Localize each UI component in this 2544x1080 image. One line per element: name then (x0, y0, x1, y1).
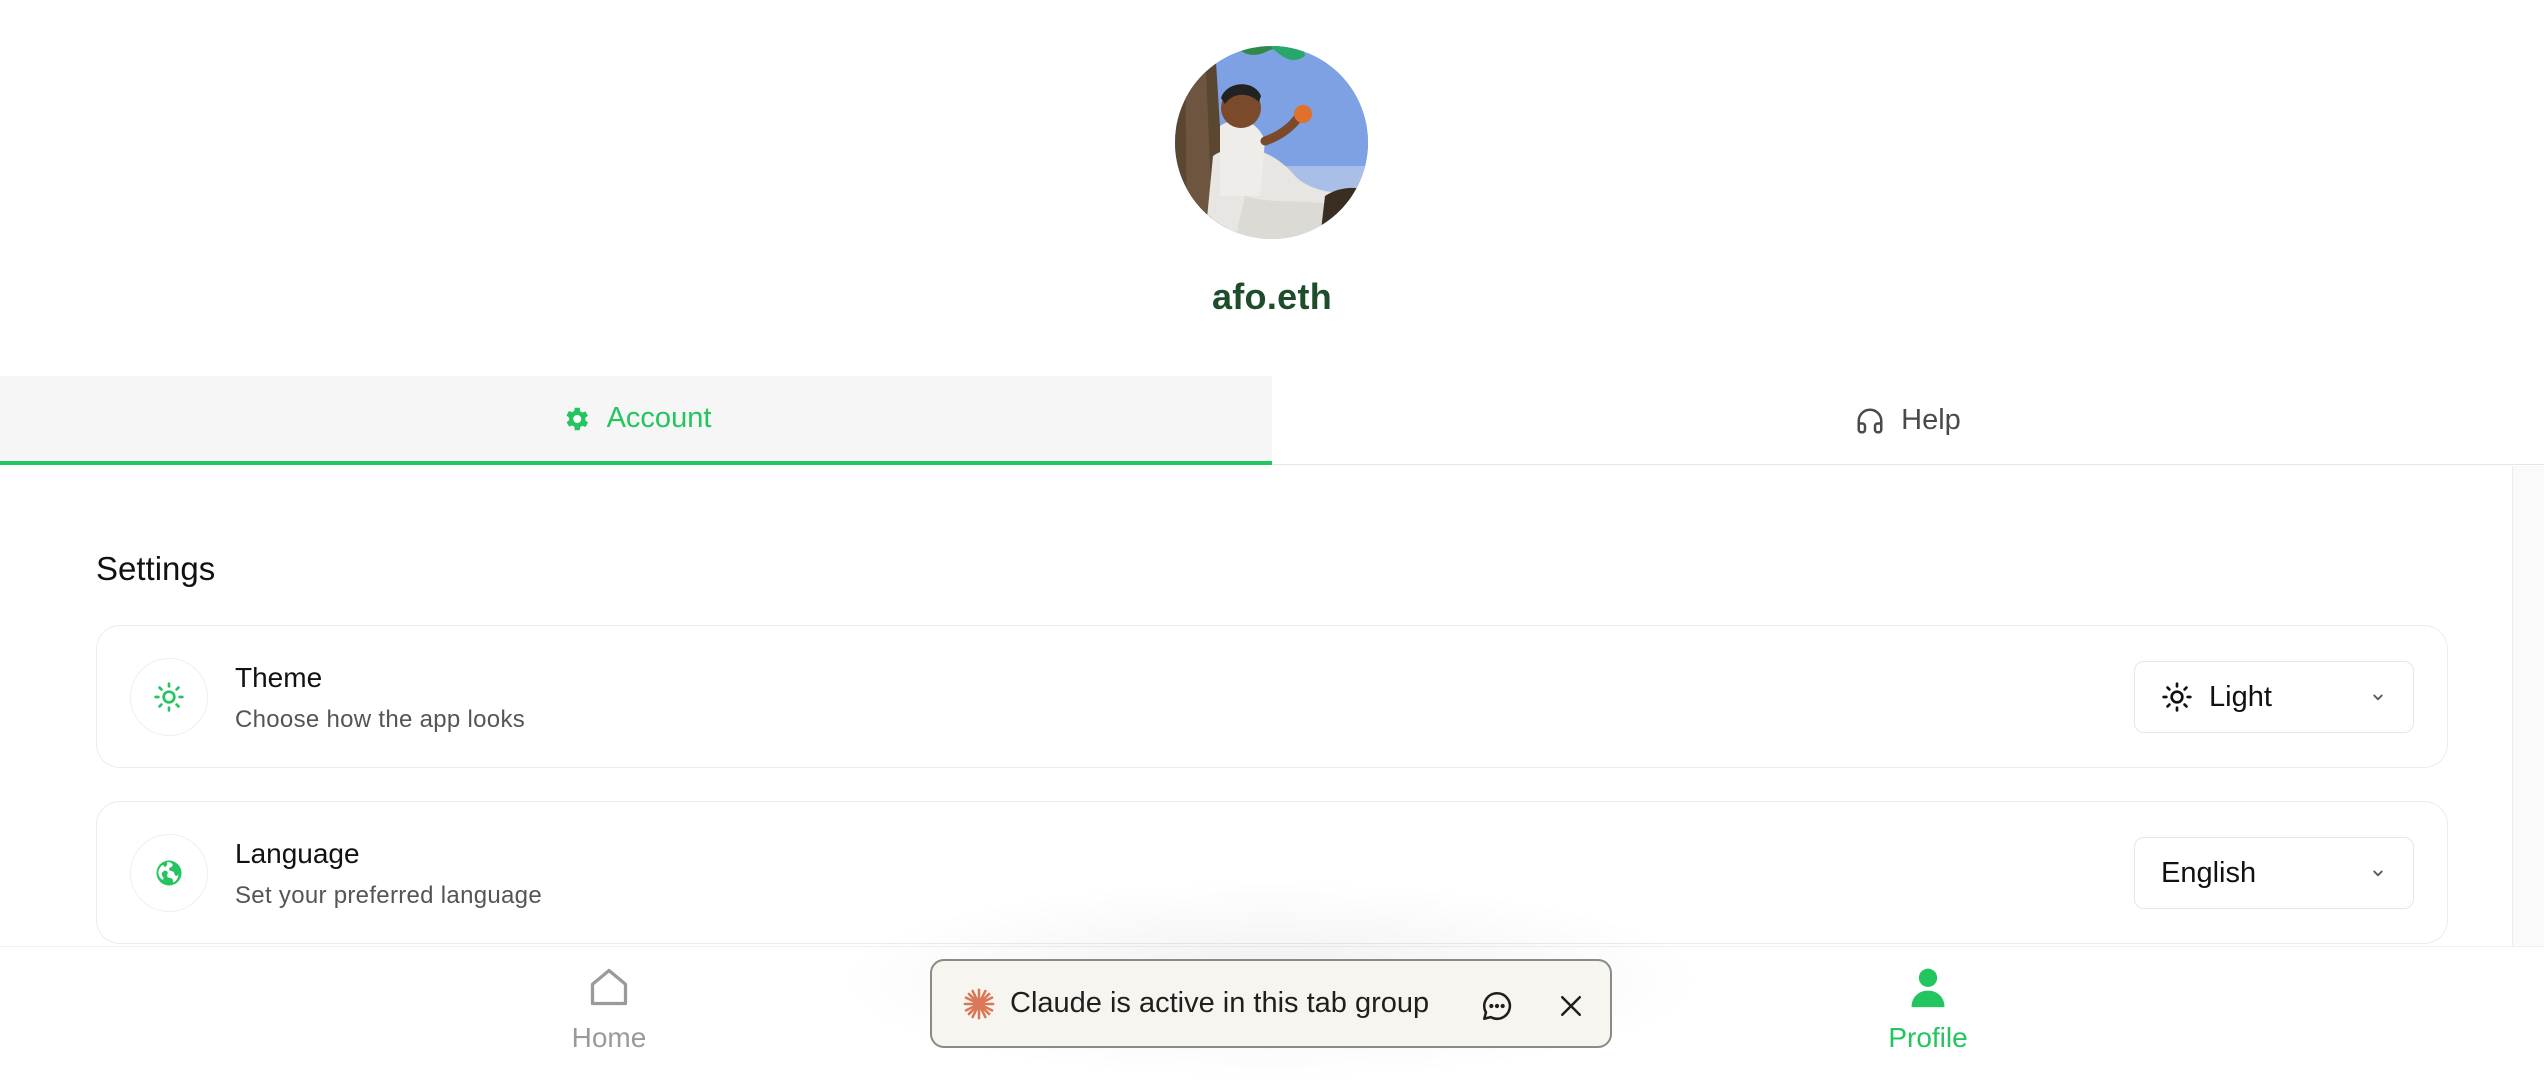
nav-home[interactable]: Home (519, 965, 699, 1075)
language-select-value: English (2161, 856, 2257, 889)
nav-profile[interactable]: Profile (1838, 965, 2018, 1075)
theme-select[interactable]: Light (2134, 661, 2414, 733)
theme-subtitle: Choose how the app looks (235, 706, 526, 733)
theme-select-value: Light (2209, 680, 2272, 713)
claude-spark-icon (962, 987, 996, 1021)
gear-icon (561, 404, 591, 434)
profile-tabs: Account Help (0, 376, 2544, 465)
theme-title: Theme (235, 662, 323, 693)
claude-banner-text: Claude is active in this tab group (1010, 987, 1430, 1019)
app-root: afo.eth Account Help Settings Theme Choo… (0, 0, 2544, 1080)
nav-profile-label: Profile (1888, 1022, 1968, 1053)
tab-account[interactable]: Account (0, 376, 1272, 465)
tab-help-label: Help (1901, 404, 1961, 436)
scrollbar[interactable] (2512, 466, 2544, 946)
language-select[interactable]: English (2134, 837, 2414, 909)
chevron-down-icon (2369, 688, 2387, 706)
theme-setting-card: Theme Choose how the app looks Light (96, 625, 2448, 768)
avatar-illustration (1175, 46, 1368, 239)
home-icon (587, 965, 631, 1014)
sun-icon (2161, 681, 2193, 713)
username: afo.eth (1211, 276, 1333, 317)
headphones-icon (1855, 406, 1885, 436)
tab-account-label: Account (606, 402, 712, 434)
language-title: Language (235, 838, 360, 869)
sun-icon (130, 658, 208, 736)
chat-bubble-icon[interactable] (1480, 989, 1514, 1023)
language-subtitle: Set your preferred language (235, 882, 542, 909)
globe-icon (130, 834, 208, 912)
chevron-down-icon (2369, 864, 2387, 882)
user-icon (1906, 965, 1950, 1014)
close-icon[interactable] (1556, 991, 1586, 1021)
settings-title: Settings (96, 550, 216, 587)
claude-active-banner: Claude is active in this tab group (930, 959, 1612, 1048)
nav-home-label: Home (571, 1022, 647, 1053)
tab-help[interactable]: Help (1272, 376, 2544, 465)
avatar (1175, 46, 1368, 239)
